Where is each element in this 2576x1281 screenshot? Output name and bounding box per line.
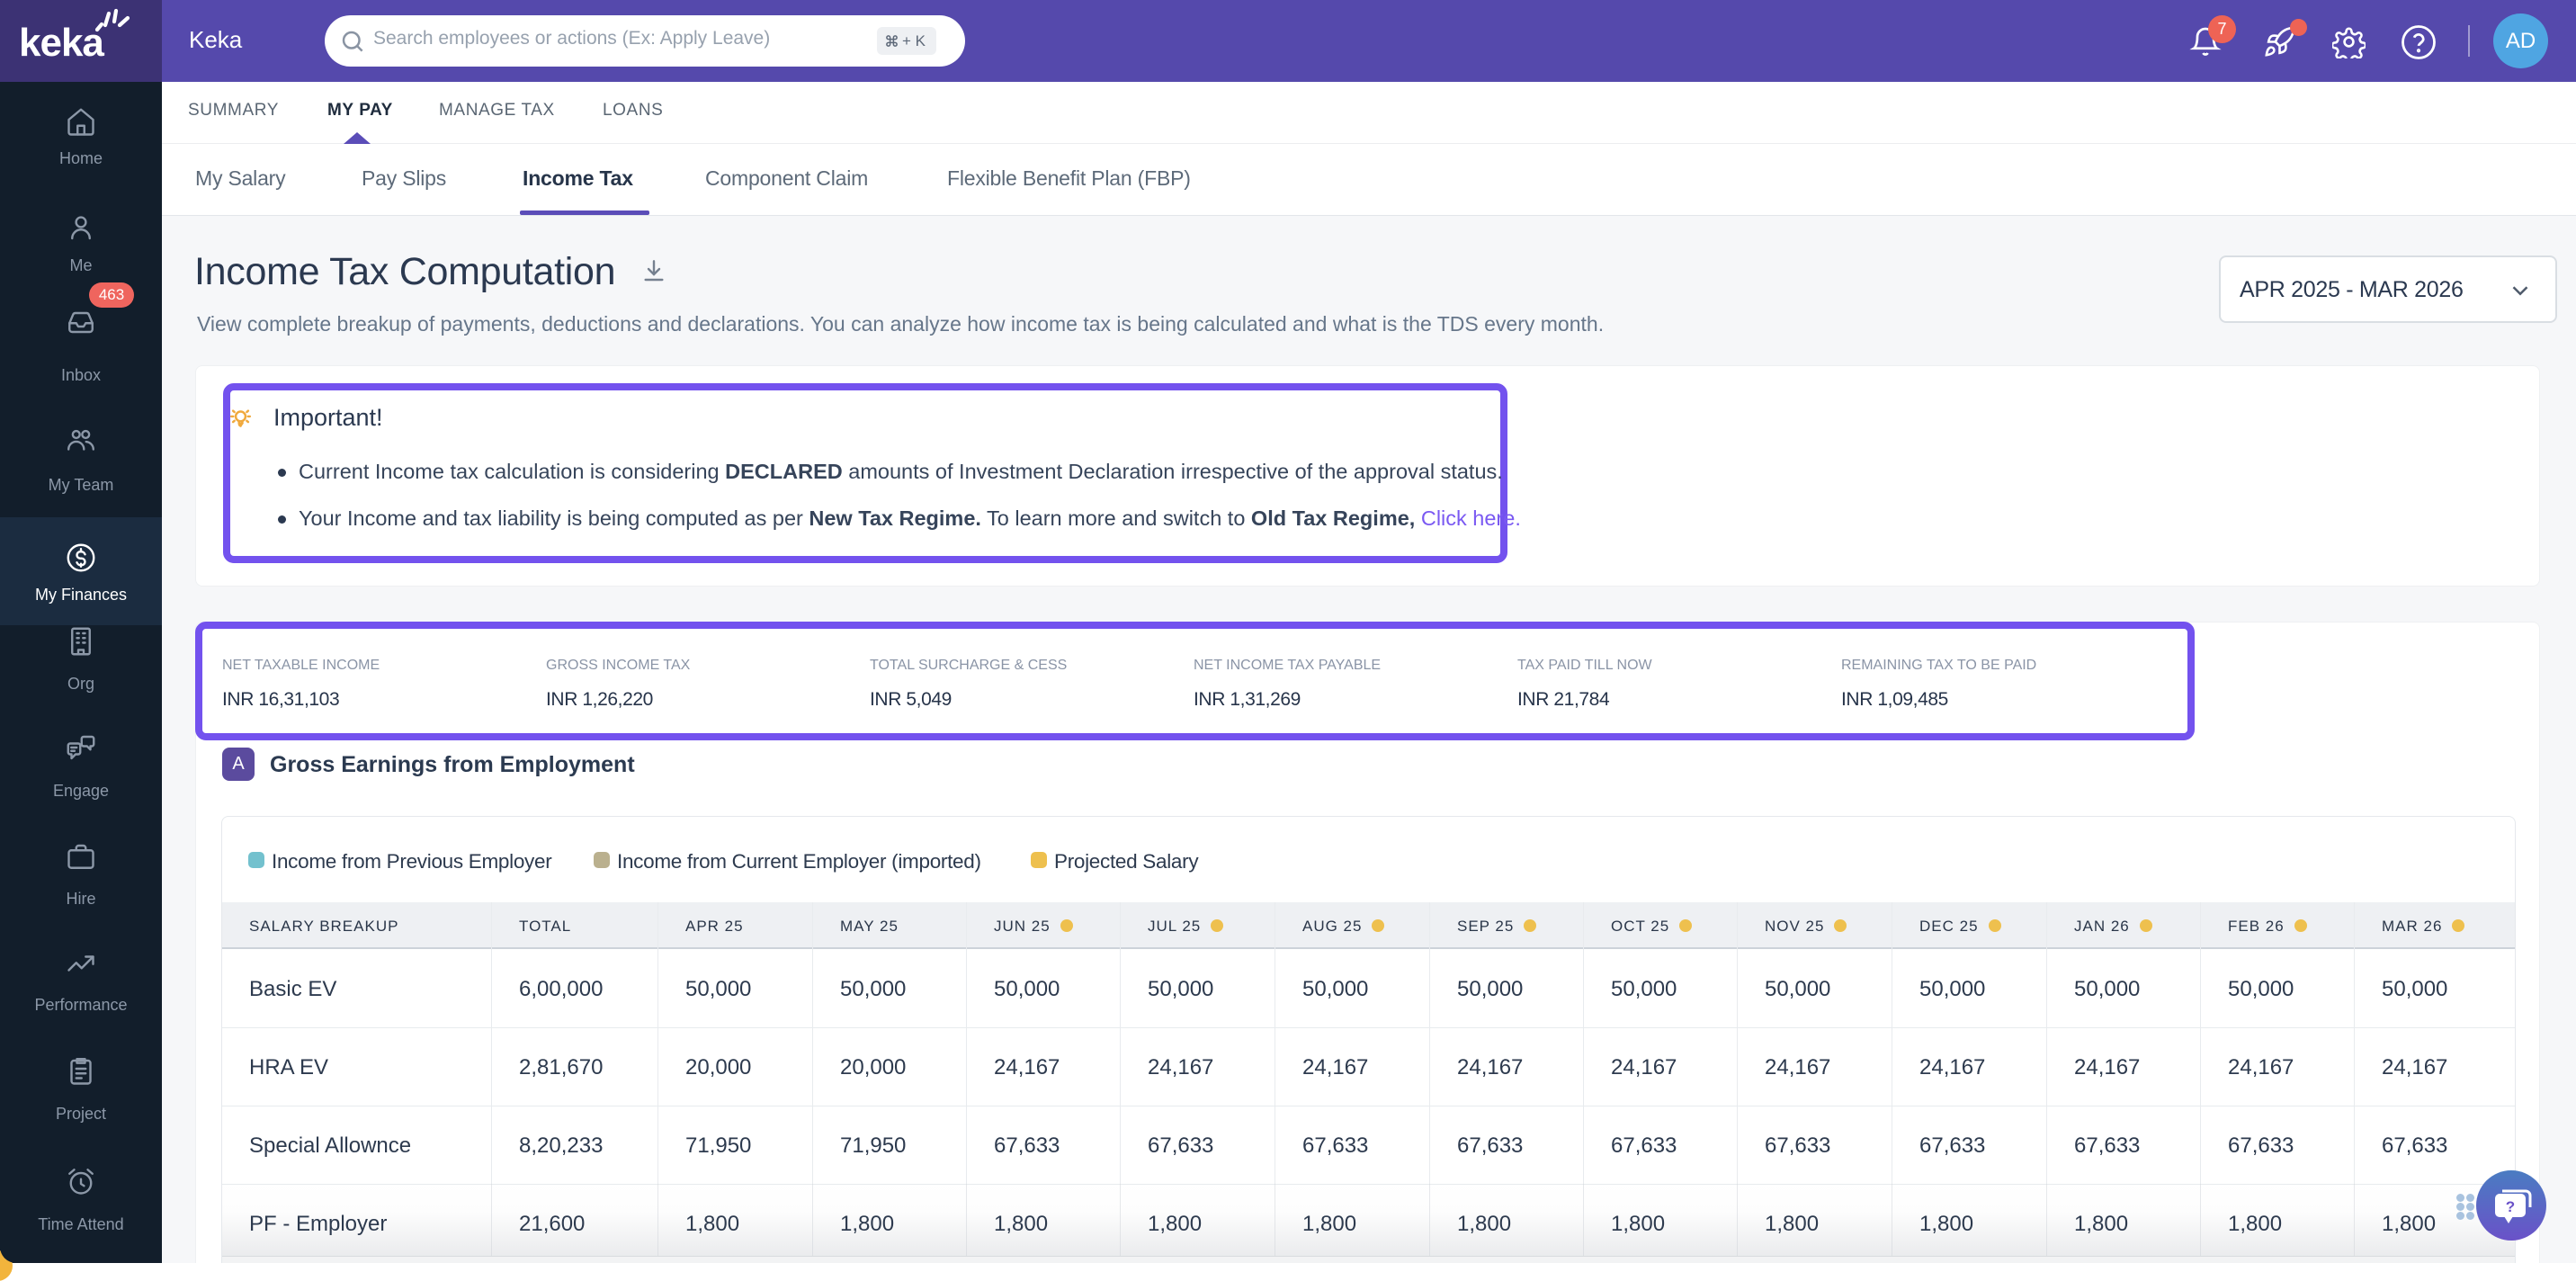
svg-text:?: ? xyxy=(2506,1198,2515,1215)
